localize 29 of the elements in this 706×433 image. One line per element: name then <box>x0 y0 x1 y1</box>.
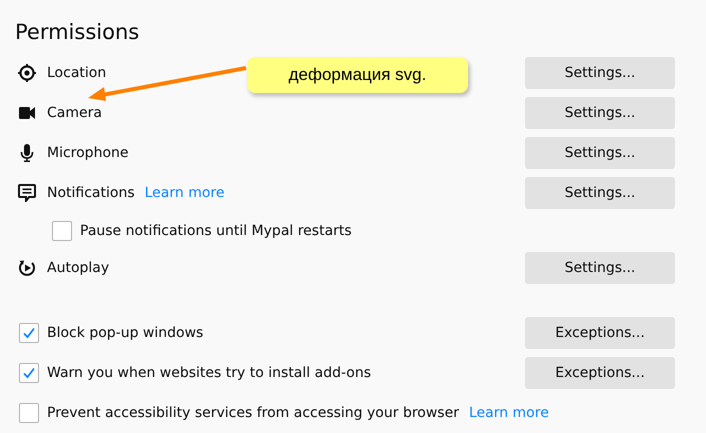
section-heading: Permissions <box>15 19 140 46</box>
permission-label: Location <box>47 65 106 81</box>
checkbox[interactable] <box>19 323 39 343</box>
checkmark-icon <box>22 326 36 340</box>
location-icon <box>18 64 36 82</box>
exceptions-button[interactable]: Exceptions... <box>525 357 675 389</box>
checkbox[interactable] <box>19 363 39 383</box>
message-icon <box>18 184 36 202</box>
checkbox-label: Warn you when websites try to install add-ons <box>47 365 372 381</box>
settings-button[interactable]: Settings... <box>525 57 675 89</box>
permission-label: Microphone <box>47 145 128 161</box>
autoplay-icon <box>18 259 36 277</box>
settings-button[interactable]: Settings... <box>525 252 675 284</box>
checkbox[interactable] <box>19 403 39 423</box>
checkbox[interactable] <box>52 221 72 241</box>
permission-label: Camera <box>47 105 102 121</box>
checkbox-label: Pause notifications until Mypal restarts <box>80 223 352 239</box>
camera-icon <box>18 104 36 122</box>
settings-button[interactable]: Settings... <box>525 97 675 129</box>
checkbox-label: Block pop-up windows <box>47 325 204 341</box>
checkbox-label: Prevent accessibility services from accessing your browser <box>47 405 459 421</box>
settings-button[interactable]: Settings... <box>525 177 675 209</box>
callout: деформация svg. <box>247 57 468 93</box>
checkmark-icon <box>22 366 36 380</box>
settings-button[interactable]: Settings... <box>525 137 675 169</box>
microphone-icon <box>18 144 36 162</box>
permission-label: Autoplay <box>47 260 110 276</box>
permission-label: Notifications <box>47 185 135 201</box>
exceptions-button[interactable]: Exceptions... <box>525 317 675 349</box>
